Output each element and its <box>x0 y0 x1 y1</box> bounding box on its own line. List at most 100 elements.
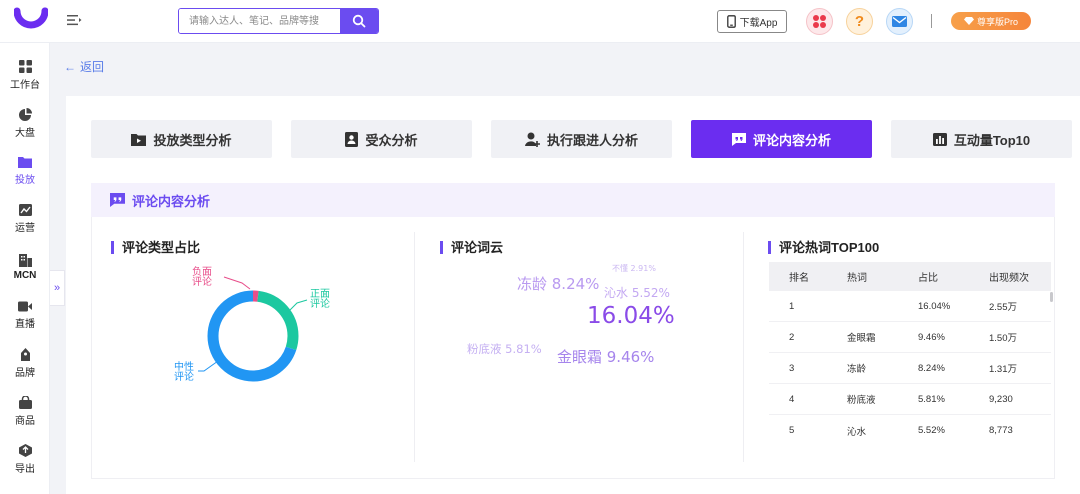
tab-label: 受众分析 <box>365 132 418 148</box>
main-card: 投放类型分析 受众分析 执行跟进人分析 评论内容分析 互动量Top10 评论内容… <box>66 96 1080 494</box>
cloud-word: 粉底液 5.81% <box>467 342 542 356</box>
ratio-cell: 16.04% <box>918 300 951 312</box>
panels-container: 评论类型占比 负面 评论 正面 评论 中性 评论 评论词云 冻龄 8.24% 不… <box>91 217 1055 479</box>
logo-icon[interactable] <box>14 7 48 35</box>
sidebar-item-goods[interactable]: 商品 <box>0 391 50 431</box>
table-header: 排名 热词 占比 出现频次 <box>769 262 1051 291</box>
download-app-button[interactable]: 下载App <box>717 10 787 33</box>
person-add-icon <box>524 132 540 147</box>
comment-icon <box>731 132 746 146</box>
table-row: 4 粉底液 5.81% 9,230 <box>769 384 1051 415</box>
menu-toggle-icon[interactable] <box>66 12 82 28</box>
pro-button[interactable]: 尊享版Pro <box>951 12 1031 30</box>
panel-title: 评论词云 <box>440 241 503 254</box>
rank-cell: 3 <box>789 362 795 374</box>
sidebar-collapse-button[interactable]: » <box>50 270 65 306</box>
comment-icon <box>110 193 125 207</box>
sidebar-item-label: 工作台 <box>10 79 40 91</box>
section-title: 评论内容分析 <box>132 193 211 209</box>
back-link[interactable]: ← 返回 <box>64 58 104 75</box>
freq-cell: 2.55万 <box>989 302 1017 313</box>
table-row: 5 沁水 5.52% 8,773 <box>769 415 1051 446</box>
ratio-cell: 8.24% <box>918 362 945 374</box>
sidebar-item-workbench[interactable]: 工作台 <box>0 55 50 95</box>
word-cell: 粉底液 <box>847 395 876 406</box>
chart-icon <box>18 204 32 216</box>
cloud-word: 金眼霜 9.46% <box>557 348 655 366</box>
tab-comment-analysis[interactable]: 评论内容分析 <box>691 120 872 158</box>
rank-cell: 2 <box>789 331 795 343</box>
sidebar-item-label: 导出 <box>15 463 35 475</box>
cloud-word: 沁水 5.52% <box>604 286 670 300</box>
id-card-icon <box>345 131 359 147</box>
search-input[interactable] <box>179 9 340 33</box>
positive-label: 正面 评论 <box>310 290 330 310</box>
mail-icon <box>892 16 907 27</box>
search-icon <box>352 14 366 28</box>
comment-type-donut-chart <box>198 276 308 382</box>
ratio-cell: 5.81% <box>918 393 945 405</box>
sidebar-item-label: 投放 <box>15 175 35 186</box>
grid-icon <box>18 59 32 73</box>
word-cell: 沁水 <box>847 426 867 438</box>
sidebar-item-operation[interactable]: 运营 <box>0 199 50 239</box>
panel-title: 评论热词TOP100 <box>768 241 879 254</box>
download-app-label: 下载App <box>739 18 778 29</box>
message-button[interactable] <box>886 8 913 35</box>
brand-icon <box>20 347 30 361</box>
sidebar-item-placement[interactable]: 投放 <box>0 151 50 191</box>
back-label: 返回 <box>80 60 105 74</box>
sidebar-item-brand[interactable]: 品牌 <box>0 343 50 383</box>
divider <box>414 232 415 462</box>
search-button[interactable] <box>340 9 378 33</box>
bar-chart-icon <box>932 132 947 146</box>
chevron-right-icon: » <box>53 282 61 294</box>
sidebar-item-mcn[interactable]: MCN <box>0 247 50 287</box>
freq-cell: 9,230 <box>989 393 1013 405</box>
tab-follower[interactable]: 执行跟进人分析 <box>491 120 672 158</box>
neutral-leader-line <box>198 360 219 372</box>
column-header: 占比 <box>918 273 938 284</box>
rank-cell: 4 <box>789 393 795 405</box>
positive-leader-line <box>287 299 308 313</box>
top-bar: 下载App ? 尊享版Pro <box>0 0 1080 43</box>
section-header: 评论内容分析 <box>91 183 1055 217</box>
building-icon <box>18 253 32 267</box>
table-row: 2 金眼霜 9.46% 1.50万 <box>769 322 1051 353</box>
search-box <box>178 8 379 34</box>
tab-label: 投放类型分析 <box>153 132 232 148</box>
bag-icon <box>18 395 32 409</box>
pie-icon <box>18 107 32 121</box>
word-cell: 冻龄 <box>847 364 867 375</box>
tab-audience[interactable]: 受众分析 <box>291 120 472 158</box>
help-button[interactable]: ? <box>846 8 873 35</box>
hot-words-table: 排名 热词 占比 出现频次 1 16.04% 2.55万 2 金眼霜 9.46%… <box>769 262 1051 446</box>
negative-label-line: 评论 <box>192 277 212 288</box>
folder-icon <box>18 157 32 168</box>
freq-cell: 1.50万 <box>989 333 1017 344</box>
tab-label: 评论内容分析 <box>752 132 831 148</box>
export-icon <box>18 443 32 457</box>
negative-leader-line <box>223 276 251 290</box>
sidebar-item-label: 品牌 <box>15 367 35 379</box>
sidebar-item-label: 大盘 <box>15 127 35 139</box>
tab-interaction-top10[interactable]: 互动量Top10 <box>891 120 1072 158</box>
table-row: 1 16.04% 2.55万 <box>769 291 1051 322</box>
word-cell: 金眼霜 <box>847 333 876 344</box>
table-scrollbar[interactable] <box>1050 292 1053 302</box>
sidebar-item-label: 运营 <box>15 223 35 234</box>
positive-label-line: 评论 <box>310 299 330 310</box>
tab-label: 互动量Top10 <box>953 132 1031 148</box>
sidebar-item-market[interactable]: 大盘 <box>0 103 50 143</box>
sidebar-item-live[interactable]: 直播 <box>0 295 50 335</box>
rank-cell: 5 <box>789 425 795 436</box>
panel-title: 评论类型占比 <box>111 241 200 254</box>
sidebar-item-label: 商品 <box>15 415 35 427</box>
neutral-label-line: 评论 <box>174 372 194 383</box>
apps-button[interactable] <box>806 8 833 35</box>
sidebar-item-export[interactable]: 导出 <box>0 439 50 479</box>
divider <box>931 14 932 28</box>
negative-label: 负面 评论 <box>192 268 212 288</box>
tab-placement-type[interactable]: 投放类型分析 <box>91 120 272 158</box>
table-row: 3 冻龄 8.24% 1.31万 <box>769 353 1051 384</box>
